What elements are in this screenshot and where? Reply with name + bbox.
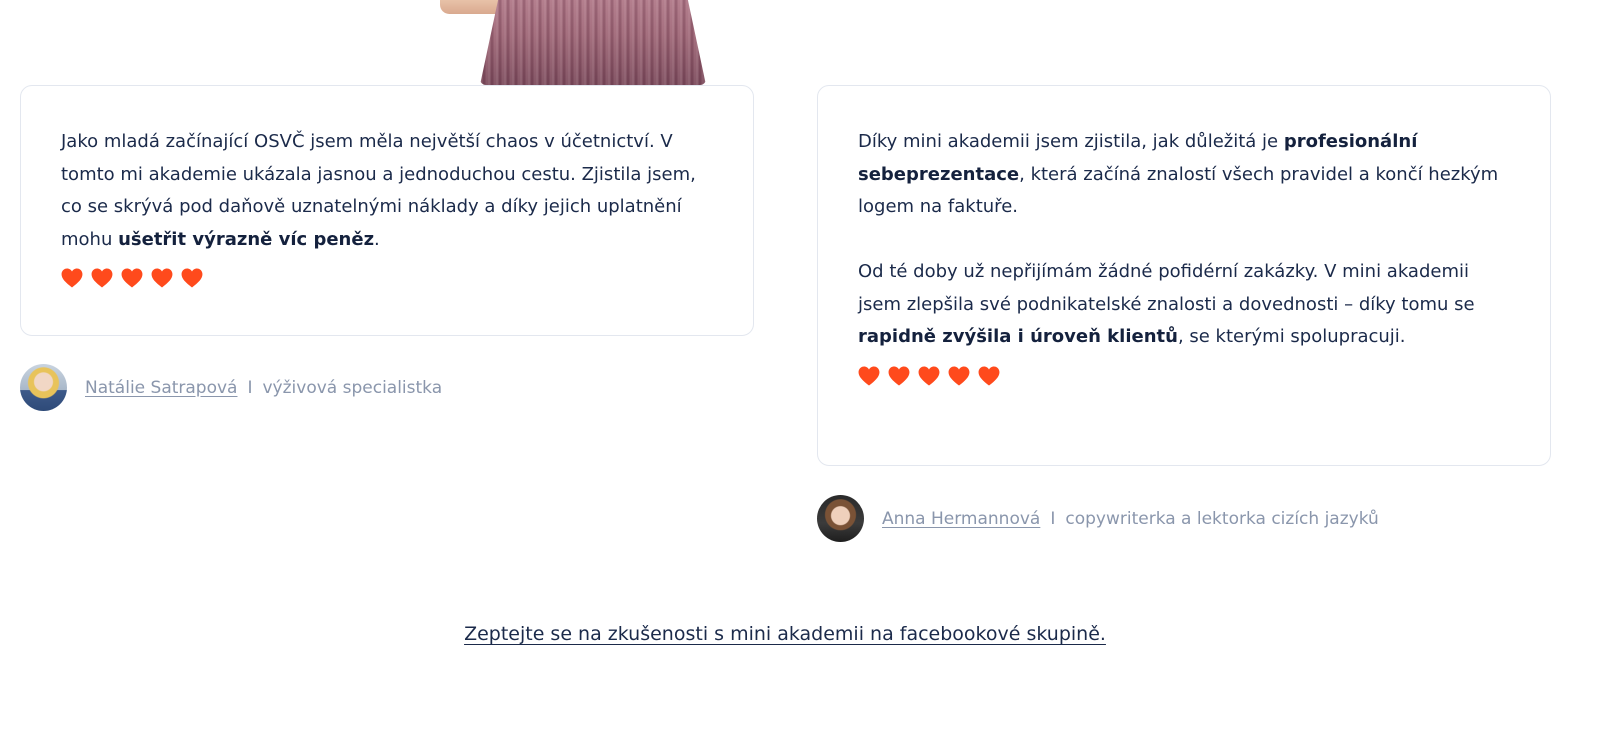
heart-icon xyxy=(61,268,83,288)
author-role: copywriterka a lektorka cizích jazyků xyxy=(1065,508,1379,529)
heart-icon xyxy=(121,268,143,288)
rating-hearts xyxy=(61,268,713,288)
facebook-group-link[interactable]: Zeptejte se na zkušenosti s mini akademi… xyxy=(0,623,1570,645)
heart-icon xyxy=(858,365,880,386)
testimonial-author: Natálie Satrapová I výživová specialistk… xyxy=(20,364,442,411)
rating-hearts xyxy=(858,365,1510,386)
author-role: výživová specialistka xyxy=(262,377,443,398)
author-separator: I xyxy=(1050,508,1056,529)
testimonial-text-segment: Díky mini akademii jsem zjistila, jak dů… xyxy=(858,131,1284,152)
testimonial-paragraph: Díky mini akademii jsem zjistila, jak dů… xyxy=(858,126,1510,224)
heart-icon xyxy=(151,268,173,288)
heart-icon xyxy=(918,365,940,386)
heart-icon xyxy=(91,268,113,288)
heart-icon xyxy=(978,365,1000,386)
author-name-link[interactable]: Anna Hermannová xyxy=(882,509,1040,529)
author-name-link[interactable]: Natálie Satrapová xyxy=(85,378,237,398)
testimonial-text-segment: . xyxy=(374,228,380,250)
author-avatar xyxy=(817,495,864,542)
testimonial-paragraph: Jako mladá začínající OSVČ jsem měla nej… xyxy=(61,126,713,256)
testimonial-card: Díky mini akademii jsem zjistila, jak dů… xyxy=(817,85,1551,466)
testimonial-text-segment: Od té doby už nepřijímám žádné pofidérní… xyxy=(858,261,1475,315)
testimonial-text: Jako mladá začínající OSVČ jsem měla nej… xyxy=(61,126,713,288)
highlighted-text: ušetřit výrazně víc peněz xyxy=(118,228,375,250)
testimonial-card: Jako mladá začínající OSVČ jsem měla nej… xyxy=(20,85,754,336)
testimonial-paragraph: Od té doby už nepřijímám žádné pofidérní… xyxy=(858,256,1510,354)
hero-photo-skirt xyxy=(480,0,706,85)
testimonial-author: Anna Hermannová I copywriterka a lektork… xyxy=(817,495,1379,542)
hero-photo xyxy=(430,0,730,85)
author-separator: I xyxy=(247,377,253,398)
highlighted-text: rapidně zvýšila i úroveň klientů xyxy=(858,326,1178,347)
author-avatar xyxy=(20,364,67,411)
heart-icon xyxy=(888,365,910,386)
heart-icon xyxy=(181,268,203,288)
testimonial-text-segment: , se kterými spolupracuji. xyxy=(1177,326,1406,347)
testimonial-text: Díky mini akademii jsem zjistila, jak dů… xyxy=(858,126,1510,386)
heart-icon xyxy=(948,365,970,386)
testimonials-section: Jako mladá začínající OSVČ jsem měla nej… xyxy=(0,0,1600,751)
